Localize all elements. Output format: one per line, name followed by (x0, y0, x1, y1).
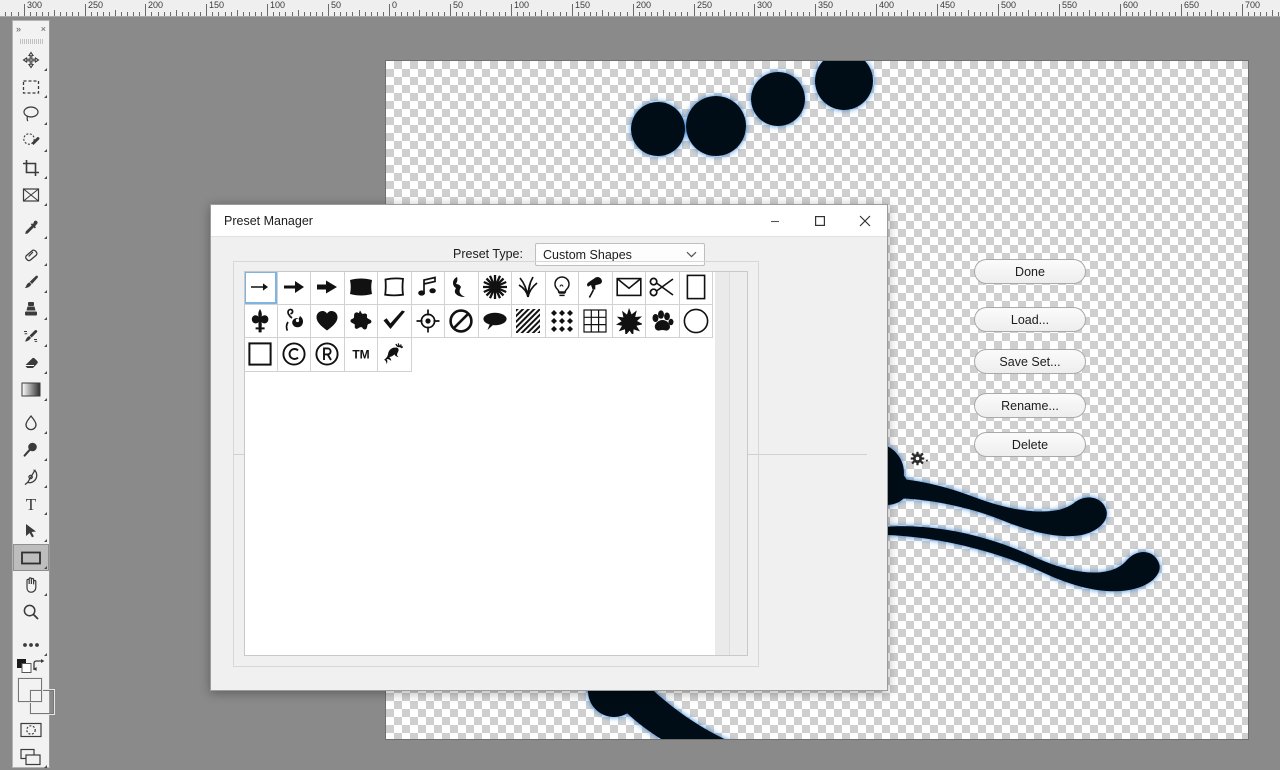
color-controls-row (13, 658, 49, 674)
gradient-tool[interactable] (13, 376, 49, 403)
history-brush-tool[interactable] (13, 322, 49, 349)
clone-stamp-tool[interactable] (13, 295, 49, 322)
save-set-button[interactable]: Save Set... (974, 349, 1086, 374)
load-button[interactable]: Load... (974, 307, 1086, 332)
shape-push-pin[interactable] (579, 272, 613, 305)
presets-list[interactable]: TM (244, 271, 748, 656)
gear-icon[interactable] (909, 451, 929, 470)
preset-type-label: Preset Type: (453, 247, 523, 261)
tools-panel-header: » × (13, 21, 49, 37)
presets-scrollbar[interactable] (729, 272, 747, 655)
blur-tool[interactable] (13, 409, 49, 436)
pen-tool[interactable] (13, 463, 49, 490)
crop-tool[interactable] (13, 154, 49, 181)
foreground-color-swatch[interactable] (18, 678, 42, 702)
svg-text:T: T (26, 495, 37, 513)
type-tool[interactable]: T (13, 490, 49, 517)
hand-tool[interactable] (13, 571, 49, 598)
window-controls (752, 205, 887, 236)
eyedropper-tool[interactable] (13, 214, 49, 241)
quick-selection-tool[interactable] (13, 127, 49, 154)
shape-puzzle-blob[interactable] (344, 304, 378, 338)
shape-arrow-thin-line[interactable] (245, 272, 278, 305)
color-swatches (13, 676, 54, 716)
tools-panel: » × T (12, 20, 54, 770)
horizontal-ruler: 300 250 200 150 100 50 0 50 100 150 200 250 300 350 40… (0, 0, 1280, 17)
shape-square-outline[interactable] (245, 338, 278, 372)
healing-brush-tool[interactable] (13, 241, 49, 268)
dialog-title: Preset Manager (224, 213, 313, 228)
screen-mode-icon[interactable] (13, 743, 49, 770)
shape-banner[interactable] (344, 272, 378, 305)
path-selection-tool[interactable] (13, 517, 49, 544)
shape-grid: TM (245, 272, 715, 372)
shape-rough-square[interactable] (378, 272, 412, 305)
presets-group: TM (233, 261, 759, 667)
shape-heart[interactable] (311, 304, 345, 338)
lasso-tool[interactable] (13, 100, 49, 127)
shape-floral-ornament[interactable] (277, 304, 311, 338)
shape-scissors[interactable] (646, 272, 680, 305)
shape-trademark-sign[interactable]: TM (344, 338, 378, 372)
eraser-tool[interactable] (13, 349, 49, 376)
shape-crosshair-target[interactable] (411, 304, 445, 338)
default-colors-icon[interactable] (17, 659, 32, 676)
shape-starburst-thin[interactable] (478, 272, 512, 305)
shape-light-bulb[interactable] (545, 272, 579, 305)
close-icon[interactable]: × (41, 24, 46, 34)
dialog-title-bar[interactable]: Preset Manager (211, 205, 887, 237)
shape-circle-outline[interactable] (679, 304, 713, 338)
presets-empty-area (245, 372, 715, 655)
shape-jagged-star[interactable] (612, 304, 646, 338)
shape-diamond-grid[interactable] (545, 304, 579, 338)
shape-speech-bubble[interactable] (478, 304, 512, 338)
shape-paw-print[interactable] (646, 304, 680, 338)
shape-blank-page[interactable] (679, 272, 713, 305)
shape-registered-sign[interactable] (311, 338, 345, 372)
swap-colors-icon[interactable] (32, 659, 46, 675)
shape-leaping-deer[interactable] (378, 338, 412, 372)
delete-button[interactable]: Delete (974, 432, 1086, 457)
slice-tool[interactable] (13, 181, 49, 208)
quick-mask-icon[interactable] (13, 716, 49, 743)
dodge-tool[interactable] (13, 436, 49, 463)
svg-text:TM: TM (352, 348, 369, 362)
zoom-tool[interactable] (13, 598, 49, 625)
more-tools-icon[interactable] (13, 631, 49, 658)
shape-grass[interactable] (512, 272, 546, 305)
panel-grip[interactable] (13, 37, 49, 46)
brush-tool[interactable] (13, 268, 49, 295)
shape-grid-tile[interactable] (579, 304, 613, 338)
shape-envelope[interactable] (612, 272, 646, 305)
shape-diagonal-hatch[interactable] (512, 304, 546, 338)
collapse-panel-icon[interactable]: » (16, 24, 21, 34)
shape-arrow-bold[interactable] (311, 272, 345, 305)
rename-button[interactable]: Rename... (974, 393, 1086, 418)
maximize-button[interactable] (797, 205, 842, 236)
rectangular-marquee-tool[interactable] (13, 73, 49, 100)
shape-check-mark[interactable] (378, 304, 412, 338)
shape-copyright-sign[interactable] (277, 338, 311, 372)
rectangle-tool[interactable] (13, 544, 49, 571)
minimize-button[interactable] (752, 205, 797, 236)
preset-manager-dialog: Preset Manager Preset Type: BrushesSwatc… (210, 204, 1086, 691)
shape-fleur-de-lis[interactable] (245, 304, 278, 338)
shape-no-entry[interactable] (445, 304, 479, 338)
shape-lightning-bolt[interactable] (445, 272, 479, 305)
close-button[interactable] (842, 205, 887, 236)
shape-arrow-solid[interactable] (277, 272, 311, 305)
move-tool[interactable] (13, 46, 49, 73)
shape-music-notes[interactable] (411, 272, 445, 305)
done-button[interactable]: Done (974, 259, 1086, 284)
